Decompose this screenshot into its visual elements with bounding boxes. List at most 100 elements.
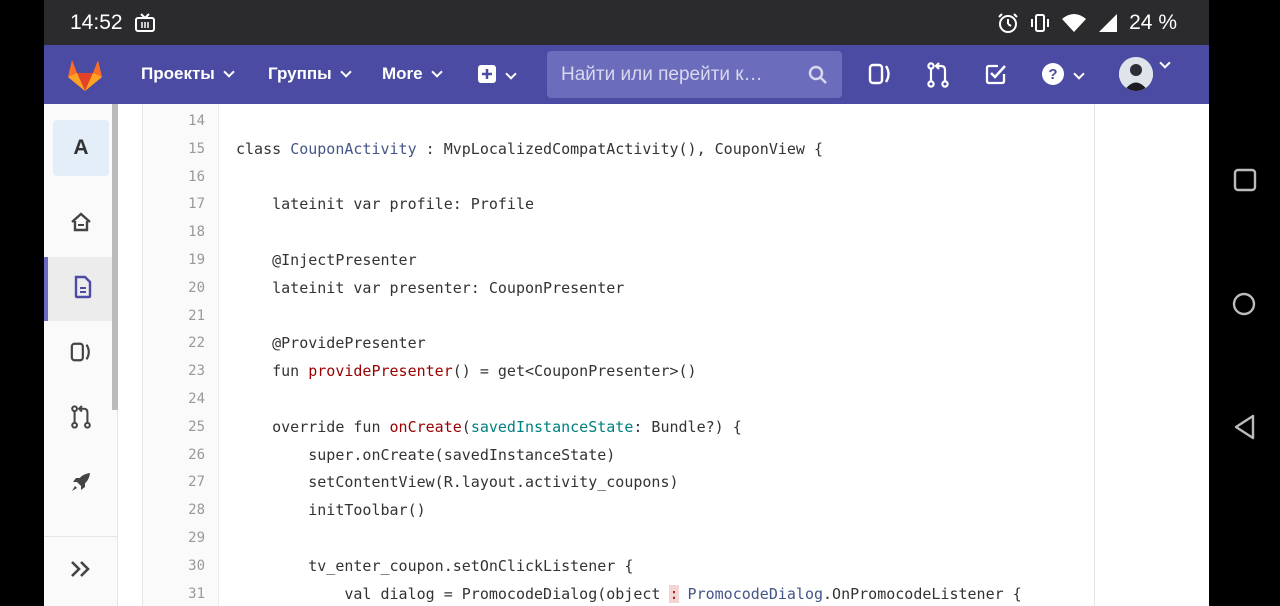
code-line: 22 @ProvidePresenter [143,329,1094,357]
battery-level: 24 % [1129,11,1177,34]
sidebar-item-repository[interactable] [44,257,118,321]
code-line: 25 override fun onCreate(savedInstanceSt… [143,413,1094,441]
line-number[interactable]: 21 [143,302,205,330]
back-icon[interactable] [1233,414,1257,445]
gitlab-logo[interactable] [66,56,104,97]
line-number[interactable]: 17 [143,190,205,218]
android-nav-bar [1209,0,1280,606]
new-item-dropdown[interactable] [477,64,517,89]
code-line: 14 [143,107,1094,135]
code-text: tv_enter_coupon.setOnClickListener { [236,556,634,575]
code-text: setContentView(R.layout.activity_coupons… [236,473,679,492]
code-text: initToolbar() [236,501,426,520]
status-bar: 14:52 24 % [44,0,1209,45]
top-navbar: Проекты Группы More Найти или перейти к…… [44,45,1209,104]
double-chevron-right-icon [69,559,93,584]
svg-text:?: ? [1048,66,1057,83]
code-line: 17 lateinit var profile: Profile [143,190,1094,218]
nav-more[interactable]: More [382,64,443,84]
project-avatar[interactable]: A [53,120,109,176]
code-line: 24 [143,385,1094,413]
line-number[interactable]: 23 [143,357,205,385]
code-line: 18 [143,218,1094,246]
code-text: override fun onCreate(savedInstanceState… [236,417,742,436]
line-number[interactable]: 16 [143,163,205,191]
code-line: 30 tv_enter_coupon.setOnClickListener { [143,552,1094,580]
status-indicators: 24 % [997,11,1177,35]
code-line: 23 fun providePresenter() = get<CouponPr… [143,357,1094,385]
code-text: super.onCreate(savedInstanceState) [236,445,616,464]
nav-groups-label: Группы [268,64,332,83]
code-line: 29 [143,524,1094,552]
code-text: @InjectPresenter [236,251,417,269]
sidebar-item-project[interactable] [44,192,118,256]
merge-request-icon[interactable] [926,62,950,93]
code-text: @ProvidePresenter [236,334,426,353]
help-icon: ? [1041,62,1065,91]
chevron-down-icon [1073,68,1085,80]
line-number[interactable]: 29 [143,524,205,552]
project-sidebar: A [44,104,118,606]
rocket-icon [70,471,92,498]
line-number[interactable]: 18 [143,218,205,246]
nav-projects-label: Проекты [141,64,215,83]
chevron-down-icon [1159,57,1171,69]
code-text: lateinit var profile: Profile [236,195,535,214]
line-number[interactable]: 31 [143,580,205,606]
todo-check-icon[interactable] [984,62,1008,91]
search-placeholder: Найти или перейти к… [561,64,763,85]
code-line: 16 [143,163,1094,191]
line-number[interactable]: 30 [143,552,205,580]
code-line: 21 [143,302,1094,330]
code-line: 28 initToolbar() [143,496,1094,524]
line-number[interactable]: 15 [143,135,205,163]
file-icon [73,275,93,304]
user-avatar[interactable] [1119,57,1153,91]
user-menu-toggle[interactable] [1157,57,1171,69]
recent-apps-icon[interactable] [1233,168,1257,197]
code-line: 31 val dialog = PromocodeDialog(object :… [143,580,1094,606]
vibrate-icon [1029,12,1051,34]
line-number[interactable]: 28 [143,496,205,524]
issues-icon[interactable] [868,62,892,91]
chevron-down-icon [430,65,443,78]
sidebar-scrollbar[interactable] [112,104,118,410]
cast-notification-icon [134,13,156,38]
line-number[interactable]: 19 [143,246,205,274]
code-text: val dialog = PromocodeDialog(object : Pr… [236,584,1022,603]
chevron-down-icon [505,68,517,80]
status-time: 14:52 [70,11,123,34]
code-viewer: 14 15 class CouponActivity : MvpLocalizedC… [142,104,1095,606]
home-button-icon[interactable] [1231,291,1257,322]
code-text: fun providePresenter() = get<CouponPrese… [236,362,697,381]
line-number[interactable]: 26 [143,441,205,469]
sidebar-collapse-button[interactable] [44,536,118,606]
line-number[interactable]: 24 [143,385,205,413]
code-text: lateinit var presenter: CouponPresenter [236,278,625,297]
home-icon [70,211,92,237]
merge-request-icon [70,404,92,434]
search-box[interactable]: Найти или перейти к… [547,51,842,98]
code-line: 15 class CouponActivity : MvpLocalizedCom… [143,135,1094,163]
sidebar-item-cicd[interactable] [44,452,118,516]
code-line: 27 setContentView(R.layout.activity_coup… [143,468,1094,496]
issues-icon [70,341,92,368]
signal-icon [1097,13,1119,33]
sidebar-item-issues[interactable] [44,322,118,386]
help-dropdown[interactable]: ? [1041,62,1085,91]
line-number[interactable]: 27 [143,468,205,496]
sidebar-item-merge-requests[interactable] [44,387,118,451]
wifi-icon [1061,13,1087,33]
line-number[interactable]: 20 [143,274,205,302]
line-number[interactable]: 25 [143,413,205,441]
line-number[interactable]: 22 [143,329,205,357]
code-text: class CouponActivity : MvpLocalizedCompa… [236,139,824,158]
nav-groups[interactable]: Группы [268,64,352,84]
file-content: 14 15 class CouponActivity : MvpLocalizedC… [118,104,1209,606]
code-line: 26 super.onCreate(savedInstanceState) [143,441,1094,469]
nav-more-label: More [382,64,423,83]
line-number[interactable]: 14 [143,107,205,135]
code-line: 19 @InjectPresenter [143,246,1094,274]
nav-projects[interactable]: Проекты [141,64,235,84]
plus-square-icon [477,64,497,89]
